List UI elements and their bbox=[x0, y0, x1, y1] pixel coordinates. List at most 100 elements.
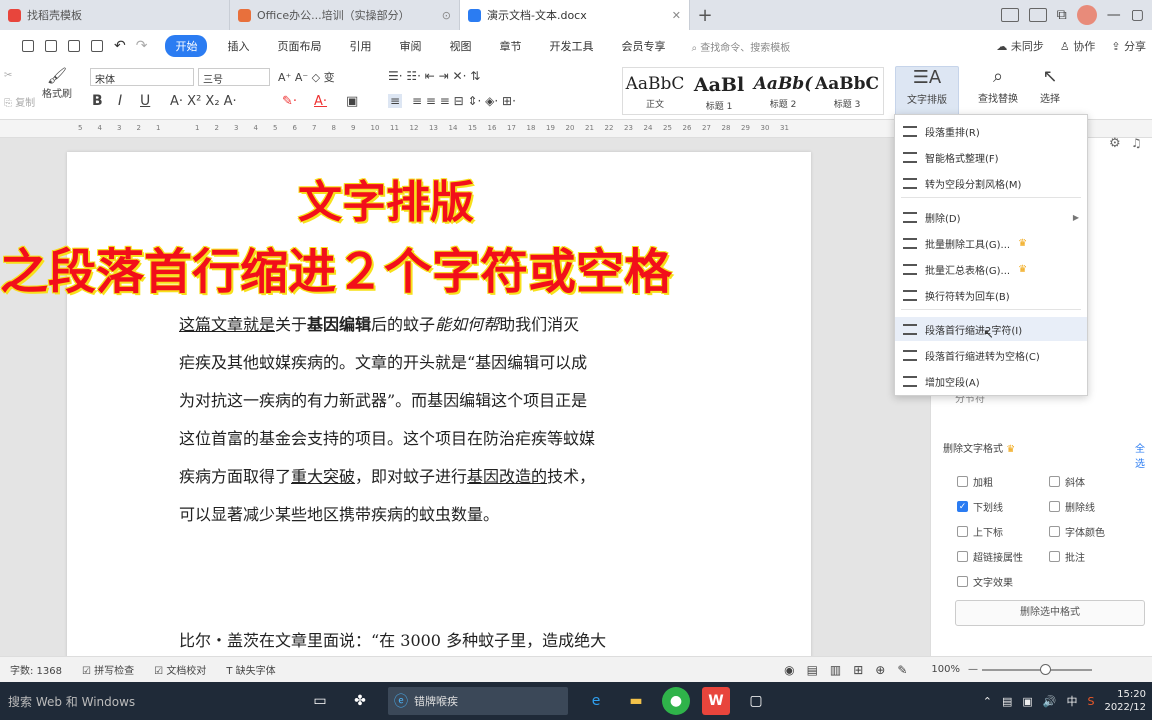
bold-icon[interactable]: B bbox=[92, 93, 103, 109]
zoom-handle[interactable] bbox=[1040, 663, 1051, 675]
highlight-icon[interactable]: ✎· bbox=[282, 94, 297, 109]
zoom-value[interactable]: 100% bbox=[931, 664, 960, 675]
export-icon[interactable] bbox=[45, 40, 57, 52]
select-all-link[interactable]: 全选 bbox=[1135, 440, 1152, 470]
style-heading-1[interactable]: AaBl 标题 1 bbox=[687, 68, 751, 114]
paragraph-1[interactable]: 这篇文章就是关于基因编辑后的蚊子能如何帮助我们消灭 疟疾及其他蚊媒疾病的。文章的… bbox=[179, 306, 709, 534]
paragraph-align-icons[interactable]: ≡ ≡ ≡ ⊟ ⇕· ◈· ⊞· bbox=[412, 94, 516, 108]
folder-icon[interactable]: ▬ bbox=[622, 687, 650, 715]
menu-home[interactable]: 开始 bbox=[165, 35, 208, 57]
menu-developer[interactable]: 开发工具 bbox=[535, 38, 607, 54]
print-icon[interactable] bbox=[68, 40, 80, 52]
font-grow-icon[interactable]: A⁺ A⁻ ◇ 变 bbox=[278, 69, 335, 85]
list-icons[interactable]: ☰· ☷· ⇤ ⇥ ✕· ⇅ bbox=[388, 69, 480, 83]
maximize-icon[interactable]: ▢ bbox=[1131, 7, 1144, 23]
copy-button[interactable]: ⎘ 复制 bbox=[4, 94, 35, 109]
format-checkbox[interactable]: ✓ 下划线 bbox=[957, 499, 1003, 514]
redo-icon[interactable]: ↷ bbox=[136, 38, 148, 54]
layout-icon[interactable] bbox=[1000, 8, 1019, 22]
tab-templates[interactable]: 找稻壳模板 bbox=[0, 0, 230, 30]
bell-icon[interactable]: ♫ bbox=[1131, 136, 1142, 150]
sync-status[interactable]: ☁ 未同步 bbox=[996, 38, 1044, 54]
select-button[interactable]: ↖ 选择 bbox=[1030, 66, 1070, 105]
taskbar-app[interactable]: ⓔ 错牌喉疾 bbox=[388, 687, 568, 715]
chevron-up-icon[interactable]: ⌃ bbox=[983, 695, 992, 708]
format-checkbox[interactable]: 批注 bbox=[1049, 549, 1085, 564]
align-left-icon[interactable]: ≡ bbox=[388, 94, 403, 108]
edge-icon[interactable]: e bbox=[582, 687, 610, 715]
dropdown-item[interactable]: 段落首行缩进转为空格(C) bbox=[895, 343, 1087, 367]
font-color-icon[interactable]: A· bbox=[314, 94, 327, 109]
menu-view[interactable]: 视图 bbox=[435, 38, 485, 54]
close-icon[interactable]: ✕ bbox=[672, 9, 681, 22]
checkbox-icon[interactable] bbox=[1049, 551, 1060, 562]
menu-review[interactable]: 审阅 bbox=[385, 38, 435, 54]
missing-font[interactable]: T 缺失字体 bbox=[226, 662, 275, 677]
text-layout-button[interactable]: ☰A 文字排版 bbox=[895, 66, 959, 116]
save-icon[interactable] bbox=[22, 40, 34, 52]
checked-box-icon[interactable]: ✓ bbox=[957, 501, 968, 512]
pinwheel-icon[interactable]: ✤ bbox=[346, 687, 374, 715]
zoom-slider[interactable] bbox=[982, 663, 1092, 675]
find-replace-button[interactable]: ⌕ 查找替换 bbox=[968, 66, 1028, 105]
dropdown-item[interactable]: 增加空段(A) bbox=[895, 369, 1087, 393]
format-checkbox[interactable]: 超链接属性 bbox=[957, 549, 1023, 564]
checkbox-icon[interactable] bbox=[1049, 476, 1060, 487]
dropdown-item[interactable]: 智能格式整理(F) bbox=[895, 145, 1087, 169]
style-heading-2[interactable]: AaBb( 标题 2 bbox=[751, 68, 815, 114]
format-checkbox[interactable]: 斜体 bbox=[1049, 474, 1085, 489]
menu-member[interactable]: 会员专享 bbox=[607, 38, 679, 54]
checkbox-icon[interactable] bbox=[1049, 526, 1060, 537]
tab-document[interactable]: 演示文档-文本.docx ✕ bbox=[460, 0, 690, 30]
view-mode-icons[interactable]: ◉▤▥⊞⊕✎ bbox=[784, 663, 919, 677]
menu-section[interactable]: 章节 bbox=[485, 38, 535, 54]
settings-icon[interactable]: ⚙ bbox=[1109, 136, 1121, 151]
format-checkbox[interactable]: 文字效果 bbox=[957, 574, 1013, 589]
network-icon[interactable]: ▤ bbox=[1002, 695, 1012, 708]
checkbox-icon[interactable] bbox=[957, 576, 968, 587]
avatar[interactable] bbox=[1076, 5, 1097, 25]
checkbox-icon[interactable] bbox=[957, 526, 968, 537]
camera-icon[interactable]: ▢ bbox=[742, 687, 770, 715]
windows-search[interactable]: 搜索 Web 和 Windows bbox=[0, 693, 300, 710]
tab-office-training[interactable]: Office办公...培训（实操部分） ⊙ bbox=[230, 0, 460, 30]
cut-button[interactable]: ✂ bbox=[4, 70, 12, 81]
underline-icon[interactable]: U bbox=[140, 93, 150, 109]
char-border-icon[interactable]: ▣ bbox=[346, 94, 358, 109]
dropdown-item[interactable]: 批量汇总表格(G)... ♛ bbox=[895, 257, 1087, 281]
collaborate-button[interactable]: ♙ 协作 bbox=[1060, 38, 1095, 54]
zoom-out-icon[interactable]: — bbox=[968, 664, 978, 675]
word-count[interactable]: 字数: 1368 bbox=[10, 662, 62, 677]
close-icon[interactable]: ⊙ bbox=[442, 9, 451, 22]
folder-tray-icon[interactable]: ▣ bbox=[1022, 695, 1032, 708]
ime-indicator[interactable]: 中 bbox=[1066, 693, 1077, 709]
preview-icon[interactable] bbox=[91, 40, 103, 52]
volume-icon[interactable]: 🔊 bbox=[1043, 695, 1057, 708]
dropdown-item[interactable]: 换行符转为回车(B) bbox=[895, 283, 1087, 307]
menu-references[interactable]: 引用 bbox=[335, 38, 385, 54]
menu-insert[interactable]: 插入 bbox=[213, 38, 263, 54]
green-app-icon[interactable]: ● bbox=[662, 687, 690, 715]
wps-icon[interactable]: W bbox=[702, 687, 730, 715]
style-heading-3[interactable]: AaBbC 标题 3 bbox=[815, 68, 879, 114]
minimize-icon[interactable]: — bbox=[1107, 7, 1121, 23]
format-checkbox[interactable]: 上下标 bbox=[957, 524, 1003, 539]
task-view-icon[interactable]: ▭ bbox=[306, 687, 334, 715]
format-checkbox[interactable]: 加粗 bbox=[957, 474, 993, 489]
format-checkbox[interactable]: 删除线 bbox=[1049, 499, 1095, 514]
clock[interactable]: 15:20 2022/12 bbox=[1104, 688, 1146, 714]
checkbox-icon[interactable] bbox=[957, 476, 968, 487]
dropdown-item[interactable]: 批量删除工具(G)... ♛ bbox=[895, 231, 1087, 255]
strikethrough-icon[interactable]: A· X² X₂ A· bbox=[170, 94, 237, 109]
format-checkbox[interactable]: 字体颜色 bbox=[1049, 524, 1105, 539]
font-size-select[interactable]: 三号 bbox=[198, 68, 270, 86]
command-search[interactable]: ⌕ 查找命令、搜索模板 bbox=[691, 39, 790, 54]
proofread[interactable]: ☑ 文档校对 bbox=[154, 662, 206, 677]
dropdown-item[interactable]: 段落重排(R) bbox=[895, 119, 1087, 143]
share-button[interactable]: ⇪ 分享 bbox=[1111, 38, 1146, 54]
dropdown-item[interactable]: 转为空段分割风格(M) bbox=[895, 171, 1087, 195]
new-tab-button[interactable]: + bbox=[690, 0, 720, 30]
clear-format-button[interactable]: 删除选中格式 bbox=[955, 600, 1145, 626]
restore-icon[interactable]: ⧉ bbox=[1057, 7, 1067, 23]
style-body[interactable]: AaBbC 正文 bbox=[623, 68, 687, 114]
